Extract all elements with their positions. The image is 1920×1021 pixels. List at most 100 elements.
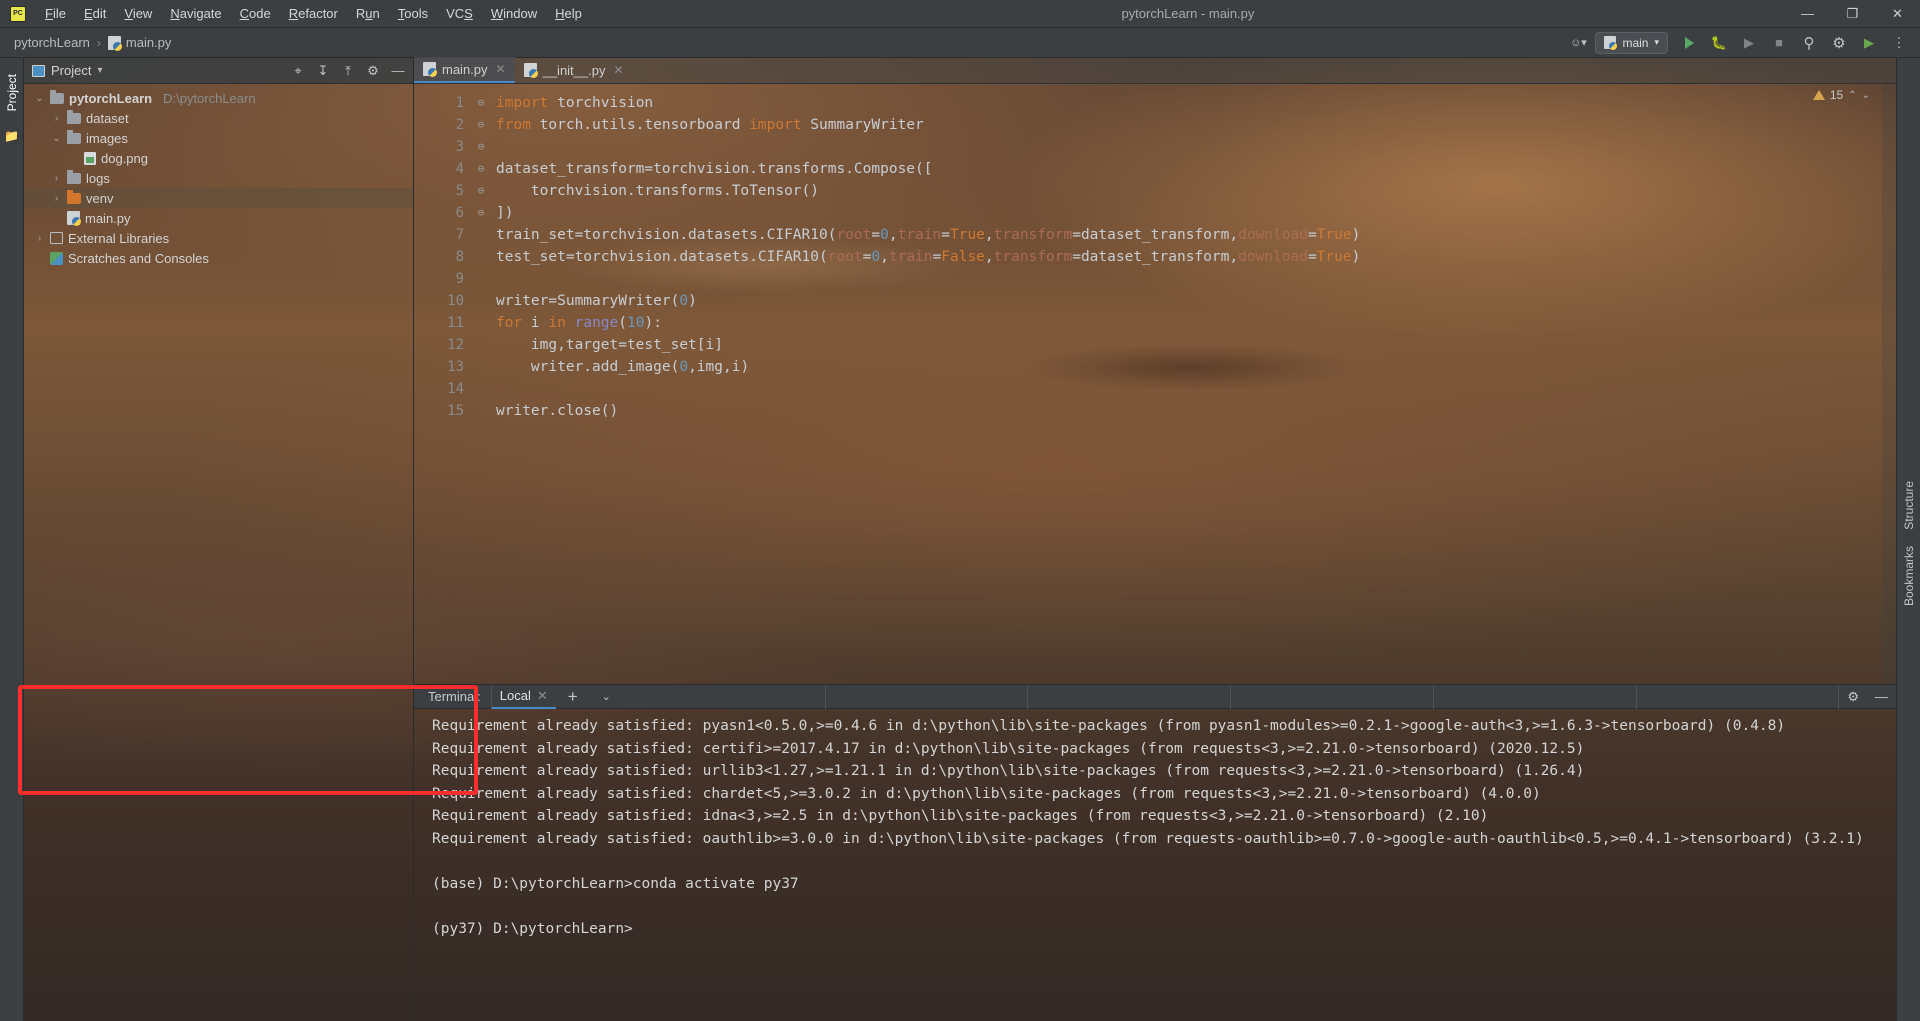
tool-window-tab-bookmarks[interactable]: Bookmarks xyxy=(1899,538,1919,614)
close-icon[interactable]: ✕ xyxy=(537,688,548,704)
stop-button[interactable]: ■ xyxy=(1766,31,1792,55)
search-icon[interactable]: ⚲ xyxy=(1796,31,1822,55)
chevron-up-icon[interactable]: ⌃ xyxy=(1848,90,1856,101)
terminal-output[interactable]: Requirement already satisfied: pyasn1<0.… xyxy=(414,709,1896,1021)
chevron-down-icon[interactable]: ⌄ xyxy=(51,133,62,144)
folder-icon xyxy=(67,109,81,124)
menu-help[interactable]: Help xyxy=(546,2,591,25)
minimize-button[interactable]: — xyxy=(1785,0,1830,28)
code-line[interactable]: test_set=torchvision.datasets.CIFAR10(ro… xyxy=(496,246,1882,268)
menu-view[interactable]: View xyxy=(115,2,161,25)
editor-tab-main-py[interactable]: main.py ✕ xyxy=(414,57,515,83)
notifications-icon[interactable]: ▶ xyxy=(1856,31,1882,55)
chevron-right-icon[interactable]: › xyxy=(51,173,62,184)
code-line[interactable]: torchvision.transforms.ToTensor() xyxy=(496,180,1882,202)
terminal-tool-window: Terminal: Local ✕ + ⌄ ⚙ — Requirement al… xyxy=(414,684,1896,1021)
tree-node-dataset[interactable]: › dataset xyxy=(24,108,413,128)
fold-toggle-icon[interactable]: ⊖ xyxy=(474,180,488,202)
code-line[interactable] xyxy=(496,136,1882,158)
project-tree[interactable]: ⌄ pytorchLearn D:\pytorchLearn › dataset ⌄ ima… xyxy=(24,84,413,1021)
menu-navigate[interactable]: Navigate xyxy=(161,2,230,25)
run-with-coverage-button[interactable]: ▶ xyxy=(1736,31,1762,55)
tree-node-images[interactable]: ⌄ images xyxy=(24,128,413,148)
folder-icon[interactable]: 📁 xyxy=(4,129,19,143)
project-view-caret-icon[interactable]: ▾ xyxy=(97,65,102,76)
code-content[interactable]: import torchvision from torch.utils.tenso… xyxy=(488,84,1882,684)
chevron-down-icon[interactable]: ⌄ xyxy=(1862,90,1870,101)
editor-scrollbar[interactable] xyxy=(1882,84,1896,684)
code-folding-gutter[interactable]: ⊖ ⊖ ⊖ ⊖ ⊖ ⊖ xyxy=(474,84,488,684)
code-line[interactable]: img,target=test_set[i] xyxy=(496,334,1882,356)
fold-toggle-icon[interactable]: ⊖ xyxy=(474,158,488,180)
fold-toggle-icon[interactable]: ⊖ xyxy=(474,202,488,224)
code-line[interactable]: ]) xyxy=(496,202,1882,224)
project-icon xyxy=(32,64,45,77)
breadcrumb-separator: › xyxy=(96,35,101,50)
debug-button[interactable]: 🐛 xyxy=(1706,31,1732,55)
chevron-right-icon[interactable]: › xyxy=(34,233,45,244)
menu-run[interactable]: Run xyxy=(347,2,389,25)
menu-file[interactable]: File xyxy=(36,2,75,25)
terminal-line: Requirement already satisfied: certifi>=… xyxy=(432,740,1585,757)
menu-code[interactable]: Code xyxy=(231,2,280,25)
code-line[interactable] xyxy=(496,378,1882,400)
terminal-tab-local[interactable]: Local ✕ xyxy=(491,685,556,709)
code-line[interactable]: writer=SummaryWriter(0) xyxy=(496,290,1882,312)
line-number: 11 xyxy=(447,315,464,331)
tree-node-logs[interactable]: › logs xyxy=(24,168,413,188)
menu-edit[interactable]: Edit xyxy=(75,2,115,25)
fold-toggle-icon[interactable]: ⊖ xyxy=(474,92,488,114)
tree-node-external-libraries[interactable]: › External Libraries xyxy=(24,228,413,248)
menu-window[interactable]: Window xyxy=(482,2,546,25)
menu-vcs[interactable]: VCS xyxy=(437,2,482,25)
line-number-gutter: 1 2 3 4 5 6 7 8 9 10 11 12 13 14 15 xyxy=(414,84,474,684)
hide-terminal-icon[interactable]: — xyxy=(1867,689,1896,704)
new-terminal-session-button[interactable]: + xyxy=(556,687,590,707)
run-button[interactable] xyxy=(1676,31,1702,55)
terminal-line: Requirement already satisfied: urllib3<1… xyxy=(432,763,1585,779)
fold-toggle-icon[interactable]: ⊖ xyxy=(474,136,488,158)
terminal-settings-gear-icon[interactable]: ⚙ xyxy=(1839,689,1867,705)
folder-orange-icon xyxy=(67,189,81,204)
code-line[interactable]: for i in range(10): xyxy=(496,312,1882,334)
project-settings-icon[interactable]: ⚙ xyxy=(362,61,384,81)
inspection-widget[interactable]: 15 ⌃ ⌄ xyxy=(1812,88,1870,102)
chevron-down-icon[interactable]: ⌄ xyxy=(34,93,45,104)
tree-node-venv[interactable]: › venv xyxy=(24,188,413,208)
code-line[interactable]: train_set=torchvision.datasets.CIFAR10(r… xyxy=(496,224,1882,246)
tree-node-main-py[interactable]: main.py xyxy=(24,208,413,228)
code-line[interactable]: writer.close() xyxy=(496,400,1882,422)
expand-all-icon[interactable]: ↧ xyxy=(312,61,334,81)
code-line[interactable]: from torch.utils.tensorboard import Summ… xyxy=(496,114,1882,136)
run-configuration-selector[interactable]: main ▾ xyxy=(1595,31,1668,54)
chevron-right-icon[interactable]: › xyxy=(51,113,62,124)
tool-window-tab-structure[interactable]: Structure xyxy=(1899,473,1919,538)
more-options-icon[interactable]: ⋮ xyxy=(1886,31,1912,55)
close-icon[interactable]: ✕ xyxy=(496,62,506,76)
gear-icon[interactable]: ⚙ xyxy=(1826,31,1852,55)
breadcrumb-project[interactable]: pytorchLearn xyxy=(14,35,90,50)
user-account-icon[interactable]: ☺▾ xyxy=(1565,31,1591,55)
maximize-button[interactable]: ❐ xyxy=(1830,0,1875,28)
close-icon[interactable]: ✕ xyxy=(613,63,623,77)
menu-tools[interactable]: Tools xyxy=(389,2,437,25)
menu-refactor[interactable]: Refactor xyxy=(280,2,347,25)
chevron-down-icon[interactable]: ⌄ xyxy=(590,690,623,703)
code-line[interactable] xyxy=(496,268,1882,290)
tree-node-dog-png[interactable]: dog.png xyxy=(24,148,413,168)
code-editor[interactable]: 15 ⌃ ⌄ 1 2 3 4 5 6 7 8 9 10 11 12 13 14 15 ⊖ ⊖ ⊖ ⊖ ⊖ ⊖ impo… xyxy=(414,84,1896,684)
tree-node-scratches-and-consoles[interactable]: Scratches and Consoles xyxy=(24,248,413,268)
close-button[interactable]: ✕ xyxy=(1875,0,1920,28)
hide-panel-icon[interactable]: — xyxy=(387,61,409,81)
breadcrumb-file[interactable]: main.py xyxy=(107,35,171,51)
editor-tab-init-py[interactable]: __init__.py ✕ xyxy=(515,57,633,83)
code-line[interactable]: import torchvision xyxy=(496,92,1882,114)
chevron-right-icon[interactable]: › xyxy=(51,193,62,204)
tree-node-pytorchlearn[interactable]: ⌄ pytorchLearn D:\pytorchLearn xyxy=(24,88,413,108)
code-line[interactable]: writer.add_image(0,img,i) xyxy=(496,356,1882,378)
select-opened-file-icon[interactable]: ⌖ xyxy=(287,61,309,81)
tool-window-tab-project[interactable]: Project xyxy=(2,66,22,119)
collapse-all-icon[interactable]: ⤒ xyxy=(337,61,359,81)
code-line[interactable]: dataset_transform=torchvision.transforms… xyxy=(496,158,1882,180)
fold-toggle-icon[interactable]: ⊖ xyxy=(474,114,488,136)
